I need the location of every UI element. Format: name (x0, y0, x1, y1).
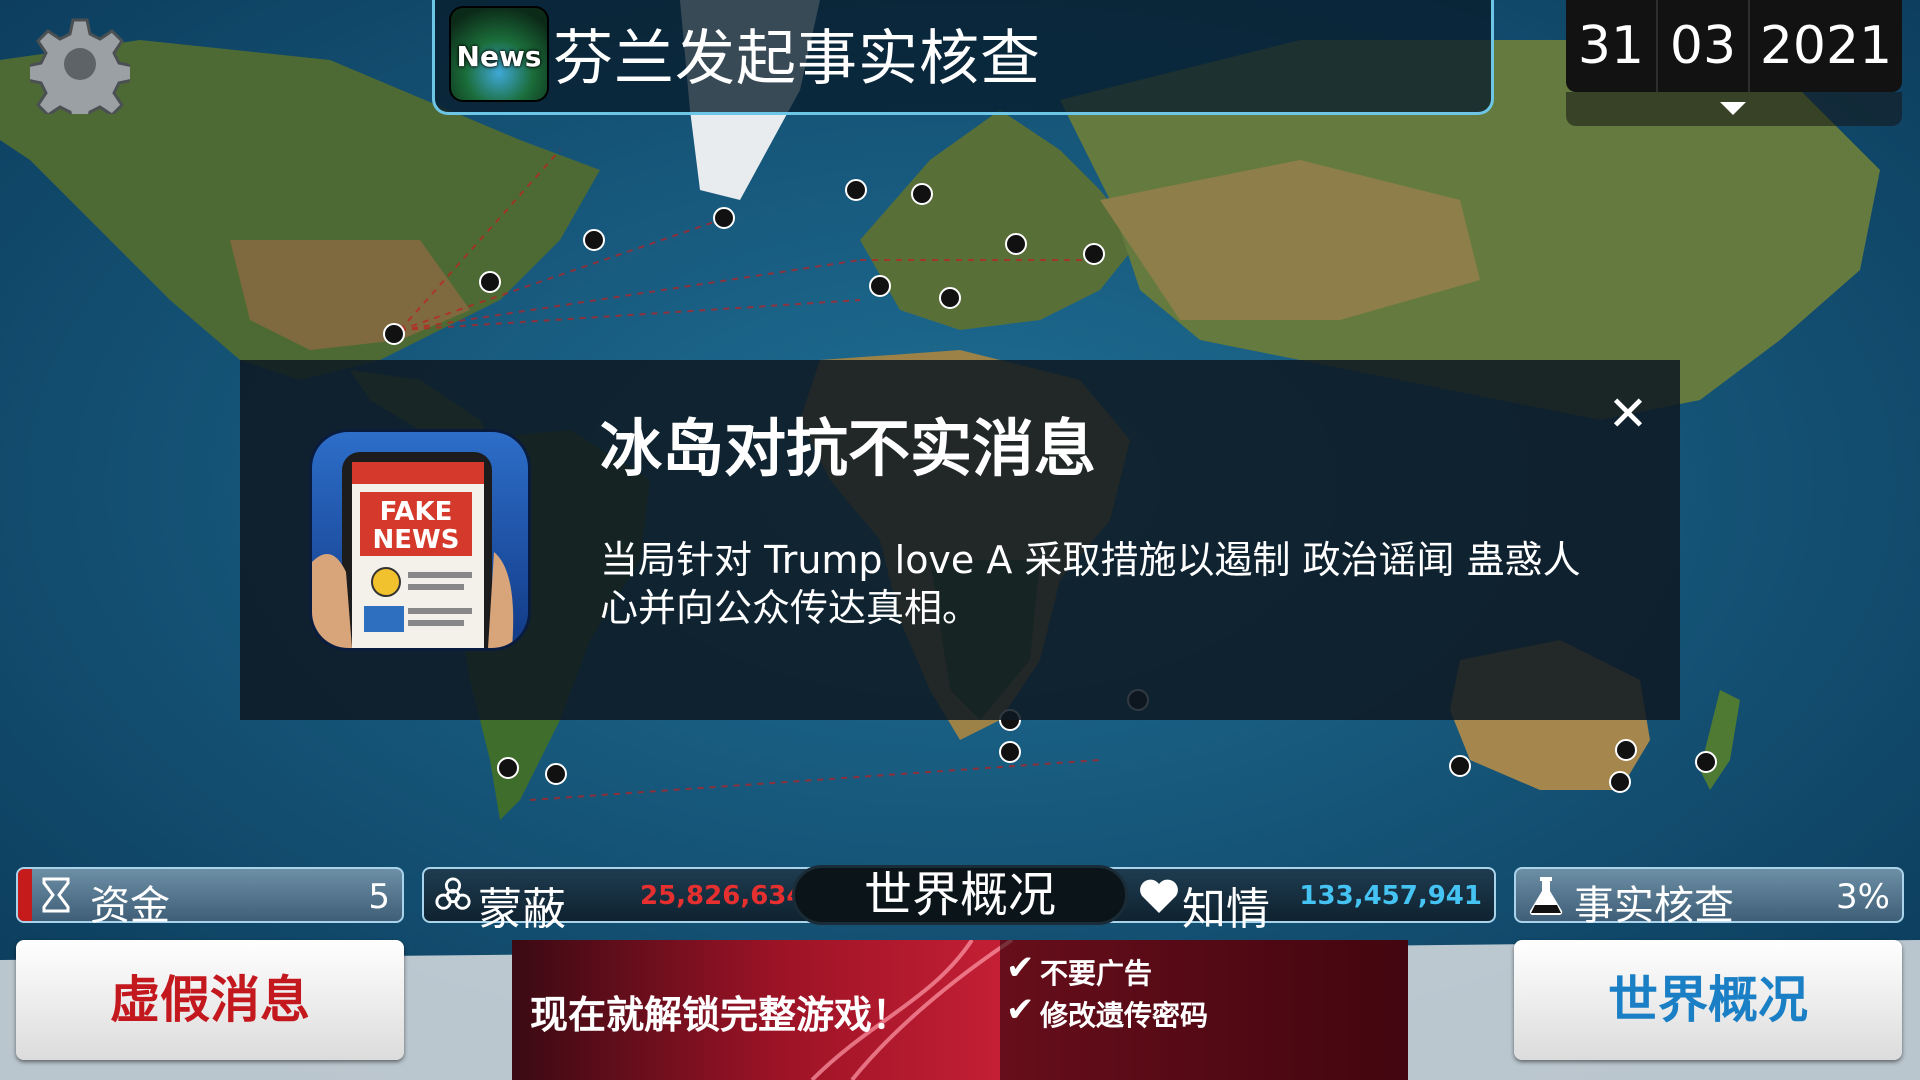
popup-title: 冰岛对抗不实消息 (600, 412, 1097, 485)
funds-value: 5 (368, 877, 390, 917)
unlock-ad-banner[interactable]: 现在就解锁完整游戏！ ✔ 不要广告 ✔ 修改遗传密码 (512, 940, 1408, 1080)
chevron-down-icon[interactable] (1720, 102, 1746, 115)
funds-panel[interactable]: 资金 5 (16, 867, 404, 929)
ad-feature-list: ✔ 不要广告 ✔ 修改遗传密码 (1000, 940, 1408, 1080)
world-overview-label[interactable]: 世界概况 (792, 865, 1128, 925)
hourglass-icon (42, 877, 70, 913)
ad-feature-item: ✔ 修改遗传密码 (1006, 990, 1209, 1034)
date-day: 31 (1566, 0, 1658, 92)
funds-indicator (18, 869, 32, 921)
flask-icon (1529, 877, 1563, 916)
deceived-label: 蒙蔽 (478, 884, 566, 935)
fact-check-label: 事实核查 (1574, 883, 1734, 929)
ad-feature-gene-code: 修改遗传密码 (1040, 999, 1209, 1032)
world-stats-panel[interactable]: 蒙蔽 25,826,634 世界概况 知情 133,457,941 (422, 865, 1496, 935)
news-headline: 芬兰发起事实核查 (553, 24, 1041, 94)
aware-label: 知情 (1182, 884, 1270, 935)
icon-text-news: NEWS (373, 525, 460, 555)
news-ticker[interactable]: News 芬兰发起事实核查 (432, 0, 1494, 115)
popup-body: 当局针对 Trump love A 采取措施以遏制 政治谣闻 蛊惑人心并向公众传… (600, 538, 1581, 630)
date-month: 03 (1658, 0, 1750, 92)
funds-label: 资金 (90, 883, 170, 929)
icon-text-fake: FAKE (380, 497, 453, 527)
ad-headline: 现在就解锁完整游戏！ (530, 993, 911, 1037)
ad-feature-no-ads: 不要广告 (1040, 957, 1153, 990)
checkmark-icon: ✔ (1006, 990, 1035, 1030)
date-display[interactable]: 31 03 2021 (1566, 0, 1902, 92)
fake-news-phone-icon: FAKE NEWS (312, 432, 528, 648)
settings-gear-icon[interactable] (30, 14, 130, 114)
event-popup: FAKE NEWS 冰岛对抗不实消息 当局针对 Trump love A 采取措… (240, 360, 1680, 720)
deceived-value: 25,826,634 (640, 881, 805, 911)
heart-icon (1140, 879, 1178, 913)
biohazard-icon (435, 877, 471, 910)
close-icon[interactable]: ✕ (1606, 390, 1650, 438)
aware-value: 133,457,941 (1299, 881, 1482, 911)
fake-news-button[interactable]: 虚假消息 (16, 940, 404, 1060)
date-year: 2021 (1759, 16, 1893, 76)
fact-check-panel[interactable]: 事实核查 3% (1514, 867, 1904, 929)
news-globe-icon: News (449, 6, 549, 102)
checkmark-icon: ✔ (1006, 948, 1035, 988)
news-badge: News (456, 40, 542, 73)
fact-check-value: 3% (1836, 877, 1890, 917)
ad-feature-item: ✔ 不要广告 (1006, 948, 1153, 992)
world-overview-button[interactable]: 世界概况 (1514, 940, 1902, 1060)
